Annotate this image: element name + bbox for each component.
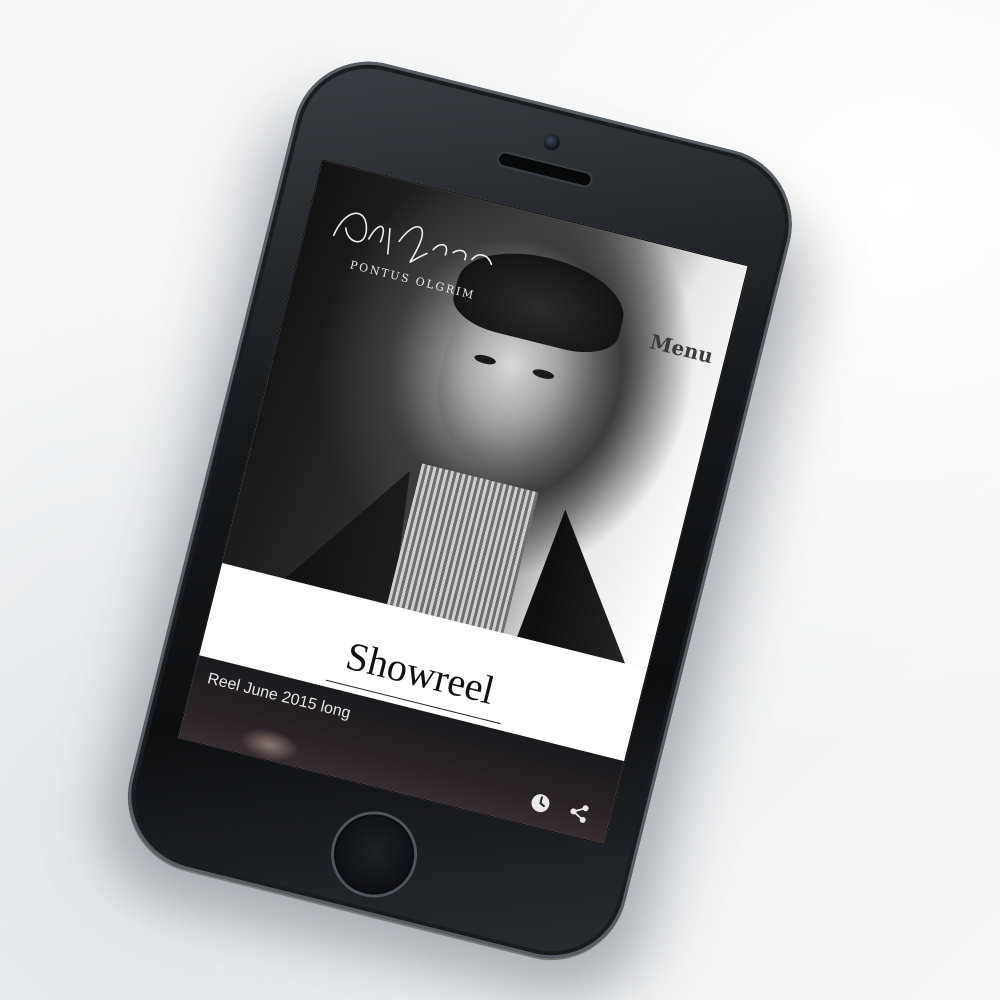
earpiece-speaker: [497, 152, 592, 187]
home-button[interactable]: [325, 805, 423, 903]
share-button[interactable]: [564, 797, 596, 829]
clock-icon: [531, 794, 550, 813]
share-icon: [570, 805, 589, 823]
portrait-shirt: [385, 463, 539, 639]
video-thumbnail-glow: [236, 723, 303, 767]
front-camera: [541, 132, 562, 152]
hero-portrait: PONTUS OLGRIM Menu: [222, 160, 748, 669]
menu-button[interactable]: Menu: [648, 329, 716, 368]
phone-screen: PONTUS OLGRIM Menu Showreel Reel June 20…: [177, 159, 749, 845]
watch-later-button[interactable]: [525, 787, 557, 819]
video-actions: [525, 787, 595, 828]
